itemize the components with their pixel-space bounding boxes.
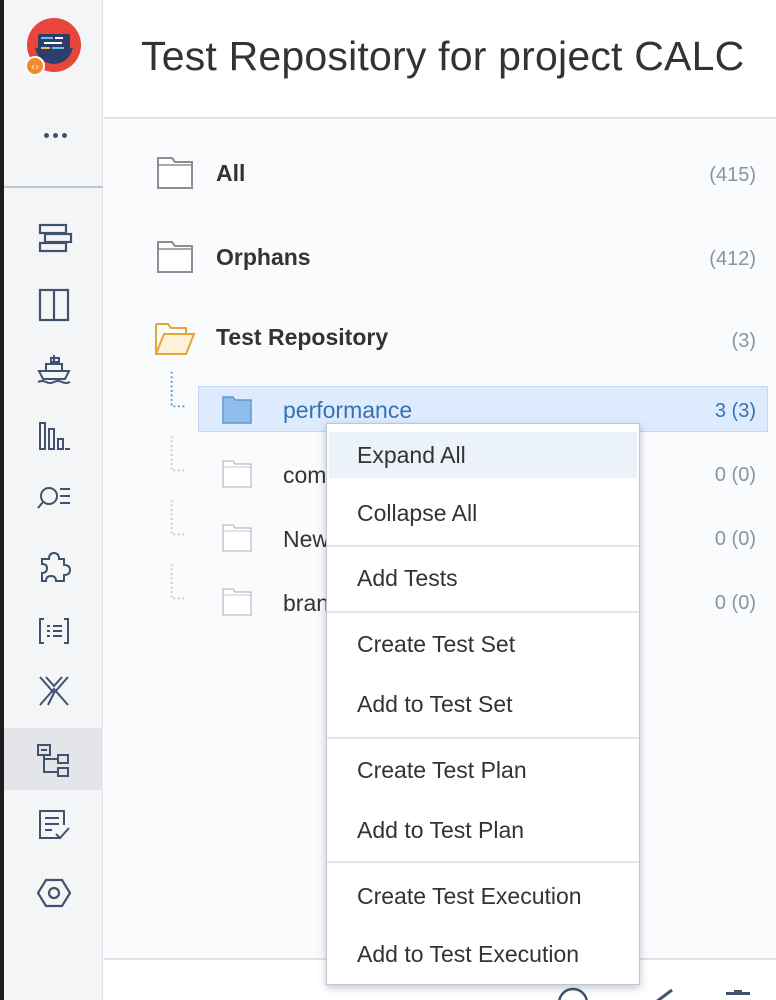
more-dot-icon bbox=[61, 132, 67, 138]
tree-node-orphans[interactable]: Orphans (412) bbox=[104, 234, 776, 282]
folder-icon bbox=[222, 396, 252, 424]
sidebar-item-backlog[interactable] bbox=[4, 208, 103, 270]
tree-node-count: (412) bbox=[709, 248, 756, 270]
more-dot-icon bbox=[43, 132, 49, 138]
tree-node-all[interactable]: All (415) bbox=[104, 150, 776, 198]
menu-item-add-to-test-execution[interactable]: Add to Test Execution bbox=[329, 931, 637, 977]
svg-text:‹›: ‹› bbox=[31, 62, 39, 73]
tree-node-count: 0 (0) bbox=[714, 528, 756, 550]
page-title: Test Repository for project CALC bbox=[141, 33, 745, 79]
menu-item-collapse-all[interactable]: Collapse All bbox=[329, 490, 637, 536]
menu-separator bbox=[327, 545, 639, 547]
sidebar-item-code[interactable] bbox=[4, 600, 103, 662]
xray-icon bbox=[38, 676, 69, 706]
context-menu: Expand All Collapse All Add Tests Create… bbox=[326, 423, 640, 985]
tree-node-label: bran bbox=[283, 590, 330, 616]
sidebar-item-test-repository[interactable] bbox=[4, 728, 103, 790]
tree-node-count: 0 (0) bbox=[714, 464, 756, 486]
sidebar-item-test-plans[interactable] bbox=[4, 794, 103, 856]
project-logo-icon: ‹› bbox=[25, 18, 81, 76]
tree-node-label: Test Repository bbox=[216, 324, 389, 350]
more-dot-icon bbox=[52, 132, 58, 138]
sidebar-item-issues[interactable] bbox=[4, 466, 103, 528]
menu-item-create-test-plan[interactable]: Create Test Plan bbox=[329, 747, 637, 793]
sidebar-divider bbox=[4, 186, 103, 188]
tree-node-label: performance bbox=[283, 397, 413, 423]
tree-node-test-repository[interactable]: Test Repository (3) bbox=[104, 316, 776, 364]
folder-open-icon bbox=[155, 323, 196, 355]
sidebar-item-board[interactable] bbox=[4, 274, 103, 336]
menu-item-expand-all[interactable]: Expand All bbox=[329, 432, 637, 478]
tree-node-label: New bbox=[283, 526, 330, 552]
menu-item-add-to-test-plan[interactable]: Add to Test Plan bbox=[329, 807, 637, 853]
sidebar-item-reports[interactable] bbox=[4, 404, 103, 466]
sidebar-item-xray[interactable] bbox=[4, 660, 103, 722]
add-ons-icon bbox=[40, 551, 71, 582]
folder-icon bbox=[157, 241, 193, 273]
menu-item-add-tests[interactable]: Add Tests bbox=[329, 555, 637, 601]
menu-item-create-test-set[interactable]: Create Test Set bbox=[329, 621, 637, 667]
folder-icon bbox=[157, 157, 193, 189]
reports-icon bbox=[38, 422, 70, 450]
edit-icon[interactable] bbox=[652, 988, 678, 1000]
test-repository-icon bbox=[36, 744, 69, 777]
issues-search-icon bbox=[36, 487, 70, 509]
menu-item-create-test-execution[interactable]: Create Test Execution bbox=[329, 873, 637, 919]
menu-separator bbox=[327, 861, 639, 863]
sidebar-item-settings[interactable] bbox=[4, 862, 103, 924]
folder-icon bbox=[222, 460, 252, 488]
folder-icon bbox=[222, 588, 252, 616]
folder-icon bbox=[222, 524, 252, 552]
sidebar-item-add-ons[interactable] bbox=[4, 536, 103, 598]
trash-icon[interactable] bbox=[724, 990, 752, 1000]
releases-icon bbox=[36, 355, 71, 384]
more-menu-button[interactable] bbox=[38, 120, 72, 150]
menu-separator bbox=[327, 611, 639, 613]
tree-node-label: All bbox=[216, 160, 246, 186]
test-plan-icon bbox=[38, 810, 70, 840]
project-sidebar: ‹› bbox=[4, 0, 103, 1000]
tree-node-count: 3 (3) bbox=[714, 400, 756, 422]
tree-node-label: Orphans bbox=[216, 244, 311, 270]
page-header: Test Repository for project CALC bbox=[104, 0, 776, 119]
tree-node-count: (3) bbox=[731, 330, 756, 352]
board-icon bbox=[38, 288, 69, 322]
backlog-icon bbox=[38, 223, 72, 253]
tree-node-label: com bbox=[283, 462, 327, 488]
code-icon bbox=[38, 618, 69, 644]
menu-item-add-to-test-set[interactable]: Add to Test Set bbox=[329, 681, 637, 727]
tree-node-count: (415) bbox=[709, 164, 756, 186]
project-avatar[interactable]: ‹› bbox=[25, 18, 83, 76]
tree-node-count: 0 (0) bbox=[714, 592, 756, 614]
menu-separator bbox=[327, 737, 639, 739]
sidebar-item-releases[interactable] bbox=[4, 336, 103, 398]
settings-icon bbox=[36, 878, 71, 908]
info-icon[interactable] bbox=[556, 986, 590, 1000]
